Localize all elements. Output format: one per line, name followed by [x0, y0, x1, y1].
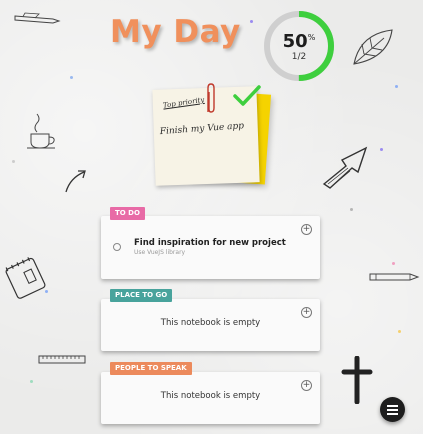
add-person-button[interactable]: +: [301, 380, 312, 391]
menu-line: [387, 409, 398, 411]
place-to-go-card: + This notebook is empty: [101, 299, 320, 351]
cursor-arrow-icon: [322, 146, 368, 189]
progress-percent-value: 50: [282, 31, 308, 52]
pencil-icon: [369, 273, 420, 281]
add-todo-button[interactable]: +: [301, 224, 312, 235]
task-subtitle: Use VueJS library: [134, 249, 186, 256]
paperclip-icon: [207, 83, 215, 113]
empty-notebook-text: This notebook is empty: [160, 318, 261, 328]
progress-fraction: 1/2: [291, 52, 307, 62]
cross-icon: [341, 356, 373, 404]
todo-tag: TO DO: [110, 207, 145, 220]
hamburger-menu-button[interactable]: [380, 397, 405, 422]
progress-ring: 50% 1/2: [262, 9, 336, 83]
priority-sticky-note[interactable]: Top priority Finish my Vue app: [152, 82, 272, 192]
progress-percent-unit: %: [307, 33, 316, 42]
notebook-icon: [5, 257, 46, 299]
add-place-button[interactable]: +: [301, 307, 312, 318]
menu-line: [387, 413, 398, 415]
task-checkbox[interactable]: [113, 243, 121, 251]
task-title[interactable]: Find inspiration for new project: [134, 238, 286, 248]
todo-card: + Find inspiration for new project Use V…: [101, 216, 320, 279]
ruler-icon: [38, 355, 86, 364]
checkmark-icon: [233, 85, 261, 106]
progress-percent: 50%: [262, 31, 336, 52]
menu-line: [387, 405, 398, 407]
page-title: My Day: [110, 14, 241, 50]
people-to-speak-card: + This notebook is empty: [101, 372, 320, 424]
sticky-note-text: Finish my Vue app: [159, 121, 245, 138]
arrow-curve-icon: [65, 170, 86, 193]
empty-notebook-text: This notebook is empty: [160, 391, 261, 401]
place-to-go-tag: PLACE TO GO: [110, 289, 173, 302]
leaf-icon: [353, 29, 393, 65]
coffee-cup-icon: [27, 113, 55, 149]
pen-icon: [14, 12, 61, 24]
sticky-note-label: Top priority: [162, 95, 205, 110]
people-to-speak-tag: PEOPLE TO SPEAK: [110, 362, 192, 375]
